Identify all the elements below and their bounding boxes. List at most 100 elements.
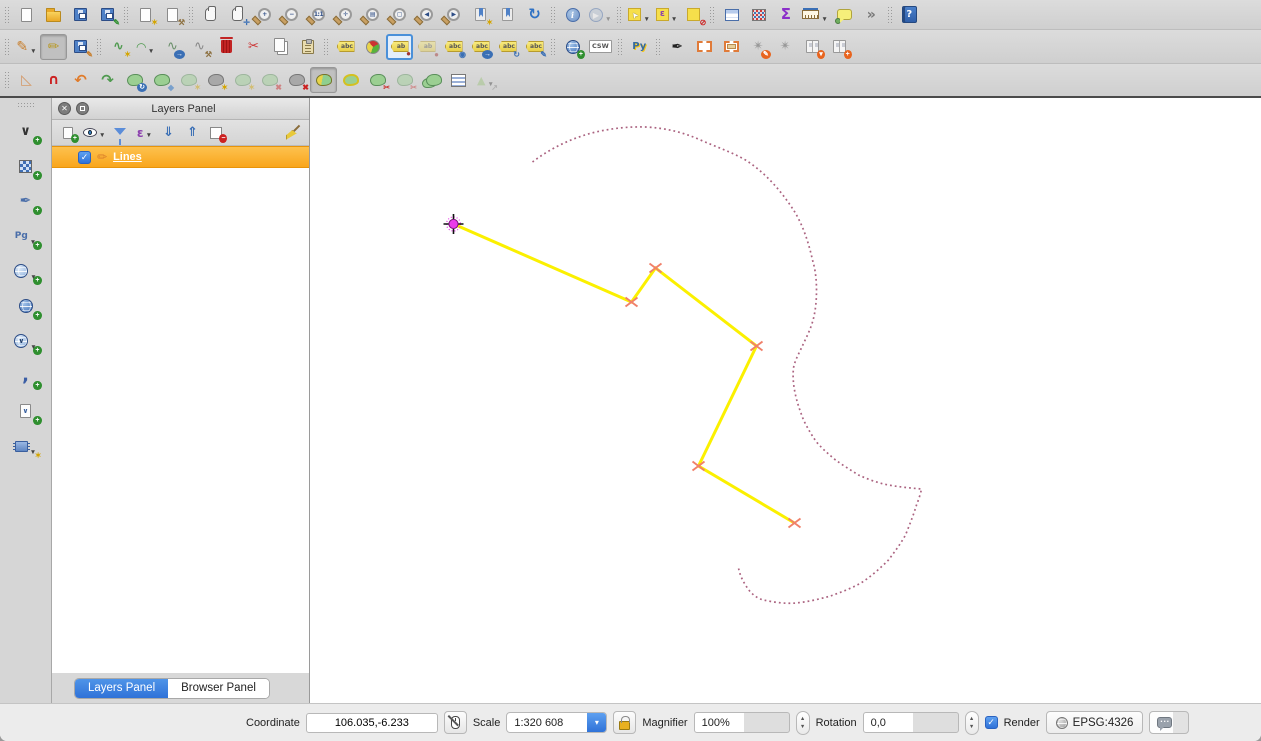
inasafe-minimum-needs-button[interactable] [718, 34, 745, 60]
deselect-all-button[interactable]: ⊘ [680, 2, 707, 28]
map-tips-button[interactable] [831, 2, 858, 28]
new-print-composer-button[interactable]: ✶ [132, 2, 159, 28]
magnifier-field[interactable]: 100% [694, 712, 790, 733]
rotate-label-button[interactable]: abc↻ [494, 34, 521, 60]
zoom-next-button[interactable]: ▶ [440, 2, 467, 28]
help-button[interactable]: ? [896, 2, 923, 28]
refresh-map-button[interactable]: ↻ [521, 2, 548, 28]
new-shapefile-layer-button[interactable]: ∨+ [9, 396, 43, 426]
add-postgis-layer-dropdown-icon[interactable]: ▼ [30, 239, 36, 250]
zoom-to-selection-button[interactable]: ▢ [386, 2, 413, 28]
coordinate-input[interactable] [306, 713, 438, 733]
add-wfs-layer-dropdown-icon[interactable]: ▼ [30, 344, 36, 355]
add-circular-string-button[interactable]: ◠▼ [132, 34, 159, 60]
merge-attributes-button[interactable] [445, 67, 472, 93]
cad-tools-button[interactable]: ◺ [13, 67, 40, 93]
copy-features-button[interactable] [267, 34, 294, 60]
delete-ring-button[interactable]: ✖ [256, 67, 283, 93]
current-edits-button[interactable]: ✎▼ [13, 34, 40, 60]
rotation-stepper[interactable]: ▲▼ [965, 711, 979, 735]
tab-layers-panel[interactable]: Layers Panel [75, 679, 168, 698]
zoom-last-button[interactable]: ◀ [413, 2, 440, 28]
highlight-pinned-labels-button[interactable]: ab● [413, 34, 440, 60]
pan-to-selection-button[interactable]: ✛ [224, 2, 251, 28]
save-project-as-button[interactable]: ✎ [94, 2, 121, 28]
toggle-extents-mouse-button[interactable] [444, 711, 467, 734]
metasearch-csw-button[interactable]: CSW [586, 34, 615, 60]
zoom-in-button[interactable]: + [251, 2, 278, 28]
crs-status-button[interactable]: EPSG:4326 [1046, 711, 1144, 734]
fill-ring-button[interactable]: ✶ [229, 67, 256, 93]
layer-item-lines[interactable]: ✓ ✏ Lines [52, 146, 309, 168]
measure-dropdown-icon[interactable]: ▼ [821, 16, 827, 27]
inasafe-wizard-button[interactable]: ✴ [772, 34, 799, 60]
open-project-button[interactable] [40, 2, 67, 28]
add-virtual-layer-button[interactable]: ✶▼ [9, 431, 43, 461]
rotation-field[interactable]: 0,0 [863, 712, 959, 733]
add-delimited-text-layer-button[interactable]: ,+ [9, 361, 43, 391]
filter-legend-expression-dropdown-icon[interactable]: ▼ [146, 132, 152, 143]
merge-features-button[interactable] [418, 67, 445, 93]
add-postgis-layer-button[interactable]: Pg+▼ [9, 221, 43, 251]
select-by-expression-dropdown-icon[interactable]: ▼ [671, 16, 677, 27]
simplify-feature-button[interactable]: ◆ [148, 67, 175, 93]
tab-browser-panel[interactable]: Browser Panel [168, 679, 269, 698]
diagram-options-button[interactable] [359, 34, 386, 60]
new-bookmark-button[interactable]: ✶ [467, 2, 494, 28]
offset-curve-button[interactable] [337, 67, 364, 93]
save-layer-edits-button[interactable]: ✎ [67, 34, 94, 60]
select-features-button[interactable]: ▼ [625, 2, 652, 28]
rotate-feature-button[interactable]: ↻ [121, 67, 148, 93]
reshape-features-button[interactable] [310, 67, 337, 93]
delete-part-button[interactable]: ✖ [283, 67, 310, 93]
inasafe-pen-button[interactable]: ✒ [664, 34, 691, 60]
redo-button[interactable]: ↷ [94, 67, 121, 93]
undo-button[interactable]: ↶ [67, 67, 94, 93]
add-part-button[interactable]: ✶ [202, 67, 229, 93]
inasafe-extent-selector-button[interactable] [691, 34, 718, 60]
add-ring-button[interactable]: ✶ [175, 67, 202, 93]
add-wms-layer-dropdown-icon[interactable]: ▼ [30, 274, 36, 285]
style-brush-button[interactable] [281, 122, 305, 144]
pin-labels-button[interactable]: ab● [386, 34, 413, 60]
add-raster-layer-button[interactable]: + [9, 151, 43, 181]
combo-arrow-icon[interactable]: ▾ [587, 713, 606, 732]
collapse-all-button[interactable]: ⇑ [180, 122, 204, 144]
layer-visibility-checkbox[interactable]: ✓ [78, 151, 91, 164]
run-feature-action-button[interactable]: ▶▼ [586, 2, 614, 28]
move-label-button[interactable]: abc→ [467, 34, 494, 60]
move-feature-button[interactable]: ∿→ [159, 34, 186, 60]
measure-button[interactable]: ▼ [799, 2, 830, 28]
zoom-to-layer-button[interactable]: ▤ [359, 2, 386, 28]
save-project-button[interactable] [67, 2, 94, 28]
expand-all-button[interactable]: ⇓ [156, 122, 180, 144]
rotate-point-symbols-dropdown-icon[interactable]: ▼ [488, 81, 494, 92]
snapping-options-button[interactable]: ∩ [40, 67, 67, 93]
inasafe-wizard-edit-button[interactable]: ✴✎ [745, 34, 772, 60]
add-virtual-layer-dropdown-icon[interactable]: ▼ [30, 449, 36, 460]
show-bookmarks-button[interactable] [494, 2, 521, 28]
render-checkbox[interactable]: ✓ [985, 716, 998, 729]
toggle-editing-button[interactable]: ✏ [40, 34, 67, 60]
messages-button[interactable]: ··· [1149, 711, 1189, 734]
show-hide-labels-button[interactable]: abc◉ [440, 34, 467, 60]
rotate-point-symbols-button[interactable]: ▲↗▼ [472, 67, 499, 93]
open-attribute-table-button[interactable] [718, 2, 745, 28]
pan-map-button[interactable] [197, 2, 224, 28]
stepper-up-icon[interactable]: ▲ [969, 716, 974, 722]
add-wms-layer-button[interactable]: +▼ [9, 256, 43, 286]
run-feature-action-dropdown-icon[interactable]: ▼ [605, 16, 611, 27]
add-vector-layer-button[interactable]: ∨+ [9, 116, 43, 146]
labeling-button[interactable]: abc [332, 34, 359, 60]
close-panel-button[interactable]: ✕ [58, 102, 71, 115]
stepper-up-icon[interactable]: ▲ [800, 716, 805, 722]
add-wfs-layer-button[interactable]: ∨+▼ [9, 326, 43, 356]
inasafe-dock-toggle-button[interactable]: ▾ [799, 34, 826, 60]
manage-layer-visibility-dropdown-icon[interactable]: ▼ [99, 132, 105, 143]
delete-selected-button[interactable] [213, 34, 240, 60]
add-wcs-layer-button[interactable]: + [9, 291, 43, 321]
field-calculator-button[interactable] [745, 2, 772, 28]
add-group-button[interactable]: + [56, 122, 80, 144]
manage-layer-visibility-button[interactable]: ▼ [80, 122, 108, 144]
filter-legend-button[interactable] [108, 122, 132, 144]
